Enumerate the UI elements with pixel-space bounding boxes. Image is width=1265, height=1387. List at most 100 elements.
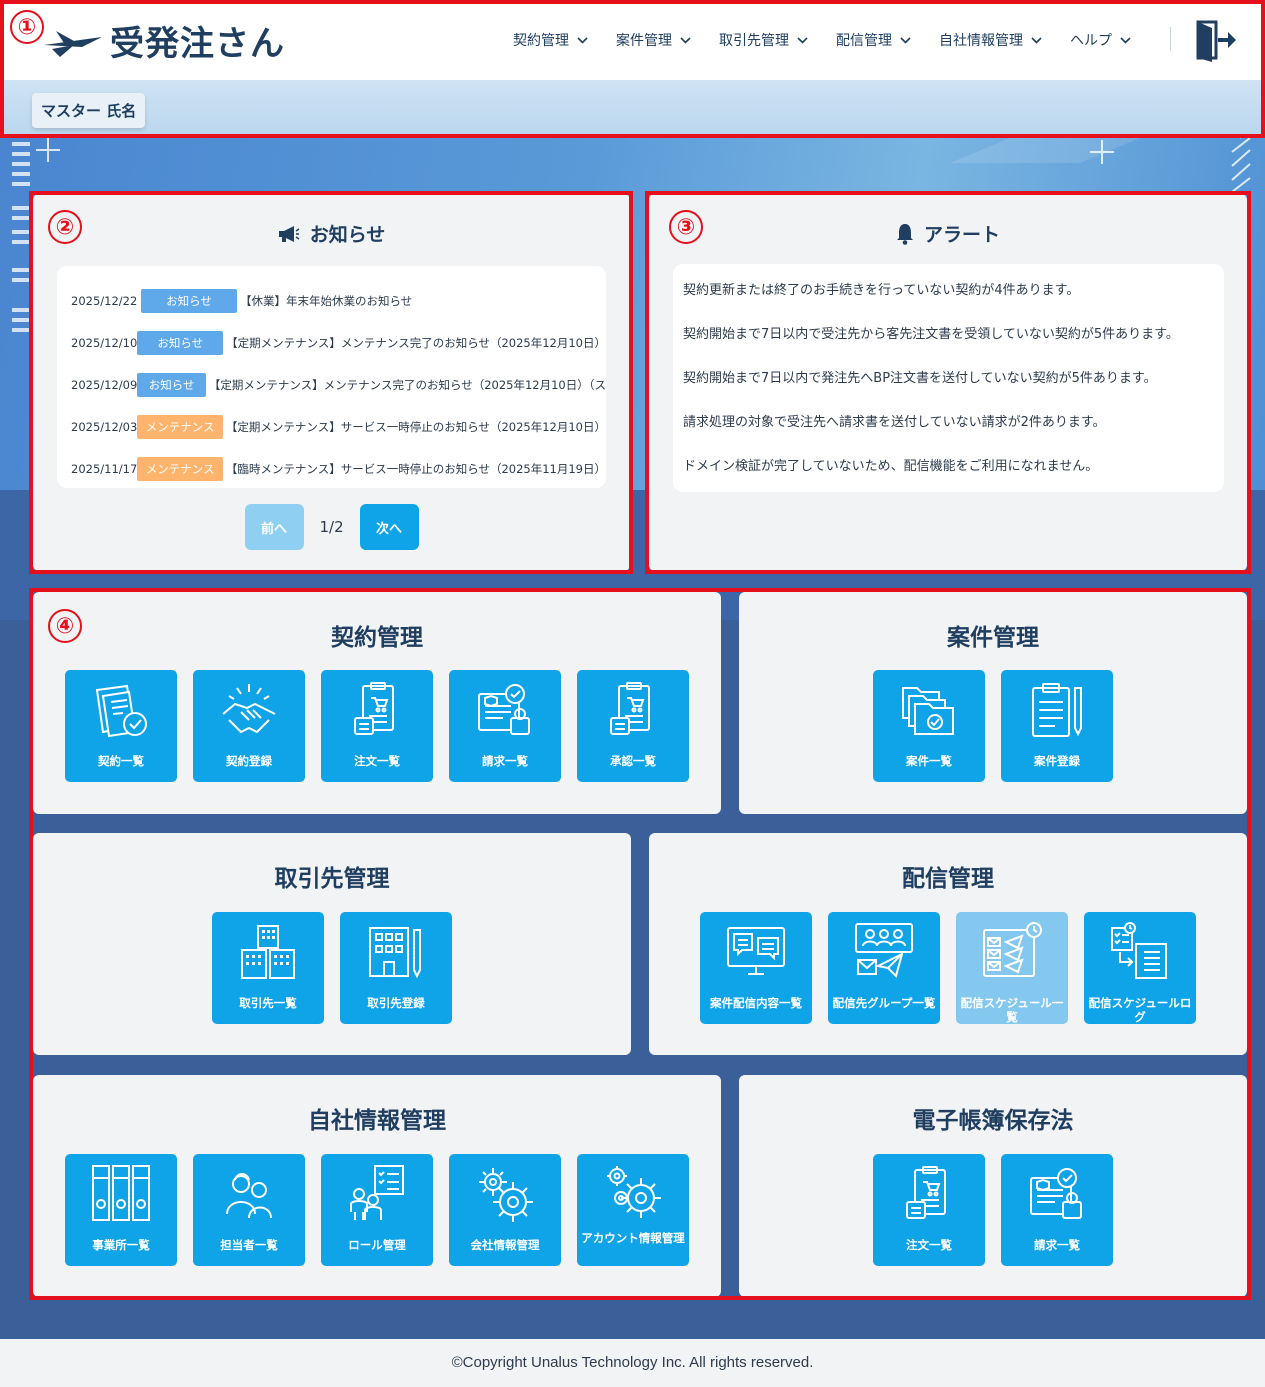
- notice-title[interactable]: 【定期メンテナンス】メンテナンス完了のお知らせ（2025年12月10日）（ス: [209, 377, 606, 393]
- nav-contract[interactable]: 契約管理: [499, 30, 602, 50]
- nav-delivery[interactable]: 配信管理: [822, 30, 925, 50]
- nav-project-label: 案件管理: [616, 33, 672, 49]
- partner-register-tile[interactable]: 取引先登録: [340, 912, 452, 1024]
- notice-row[interactable]: 2025/11/17 メンテナンス 【臨時メンテナンス】サービス一時停止のお知ら…: [71, 448, 606, 488]
- nav-help[interactable]: ヘルプ: [1056, 30, 1145, 50]
- ebook-order-list-tile[interactable]: 注文一覧: [873, 1154, 985, 1266]
- ebook-law-tiles: 注文一覧 請求一覧: [739, 1154, 1247, 1266]
- main-nav: 契約管理 案件管理 取引先管理 配信管理 自社情報管理 ヘルプ: [499, 30, 1145, 50]
- monitor-chat-icon: [727, 927, 785, 975]
- nav-help-label: ヘルプ: [1070, 33, 1112, 49]
- binders-icon: [92, 1165, 150, 1221]
- notice-category-badge: お知らせ: [141, 289, 237, 313]
- nav-company[interactable]: 自社情報管理: [925, 30, 1056, 50]
- ebook-law-section: 電子帳簿保存法 注文一覧 請求一覧: [739, 1075, 1247, 1297]
- handshake-icon: [222, 684, 276, 734]
- nav-delivery-label: 配信管理: [836, 33, 892, 49]
- nav-partner[interactable]: 取引先管理: [705, 30, 822, 50]
- schedule-log-icon: [1111, 922, 1167, 979]
- delivery-schedule-list-tile[interactable]: 配信スケジュール一覧: [956, 912, 1068, 1024]
- tile-label: 注文一覧: [354, 754, 400, 768]
- contract-list-icon: [95, 684, 147, 738]
- chevron-down-icon: [1120, 36, 1131, 44]
- delivery-tiles: 案件配信内容一覧 配信先グループ一覧 配信スケジュール一覧 配信スケジュールログ: [649, 912, 1247, 1024]
- building-pen-icon: [369, 927, 421, 979]
- partner-tiles: 取引先一覧 取引先登録: [33, 912, 631, 1024]
- alert-title-text: アラート: [923, 224, 1000, 246]
- delivery-schedule-log-tile[interactable]: 配信スケジュールログ: [1084, 912, 1196, 1024]
- partner-list-tile[interactable]: 取引先一覧: [212, 912, 324, 1024]
- delivery-section-title: 配信管理: [902, 866, 994, 892]
- order-list-icon: [354, 682, 394, 735]
- user-name-chip[interactable]: マスター 氏名: [32, 93, 146, 128]
- group-mail-icon: [855, 923, 913, 978]
- contract-list-tile[interactable]: 契約一覧: [65, 670, 177, 782]
- alert-item[interactable]: 契約開始まで7日以内で発注先へBP注文書を送付していない契約が5件あります。: [683, 367, 1224, 411]
- company-info-tile[interactable]: 会社情報管理: [449, 1154, 561, 1266]
- account-gears-icon: [607, 1166, 661, 1218]
- tile-label: 会社情報管理: [470, 1238, 540, 1252]
- annotation-marker-3: ③: [669, 210, 703, 244]
- contract-register-tile[interactable]: 契約登録: [193, 670, 305, 782]
- folders-icon: [902, 687, 954, 735]
- delivery-content-list-tile[interactable]: 案件配信内容一覧: [700, 912, 812, 1024]
- alert-item[interactable]: ドメイン検証が完了していないため、配信機能をご利用になれません。: [683, 455, 1224, 499]
- role-management-tile[interactable]: ロール管理: [321, 1154, 433, 1266]
- notice-title[interactable]: 【定期メンテナンス】サービス一時停止のお知らせ（2025年12月10日）: [226, 419, 606, 435]
- tile-label: 請求一覧: [482, 754, 528, 768]
- notice-date: 2025/12/10: [71, 336, 138, 350]
- notice-row[interactable]: 2025/12/10 お知らせ 【定期メンテナンス】メンテナンス完了のお知らせ（…: [71, 322, 606, 364]
- order-list-tile[interactable]: 注文一覧: [321, 670, 433, 782]
- notice-title[interactable]: 【休業】年末年始休業のお知らせ: [240, 293, 412, 309]
- alert-item[interactable]: 請求処理の対象で受注先へ請求書を送付していない請求が2件あります。: [683, 411, 1224, 455]
- notice-panel: お知らせ 2025/12/22 お知らせ 【休業】年末年始休業のお知らせ 202…: [33, 194, 630, 571]
- nav-project[interactable]: 案件管理: [602, 30, 705, 50]
- approval-list-icon: [610, 682, 650, 735]
- tile-label: 取引先登録: [367, 996, 425, 1010]
- logout-icon[interactable]: [1194, 18, 1238, 62]
- contract-section-title: 契約管理: [331, 625, 423, 651]
- annotation-marker-1: ①: [10, 10, 44, 44]
- logo[interactable]: 受発注さん: [42, 16, 285, 65]
- approval-list-tile[interactable]: 承認一覧: [577, 670, 689, 782]
- notice-date: 2025/12/03: [71, 420, 138, 434]
- nav-separator: [1170, 27, 1171, 51]
- project-list-tile[interactable]: 案件一覧: [873, 670, 985, 782]
- project-register-tile[interactable]: 案件登録: [1001, 670, 1113, 782]
- alert-item[interactable]: 契約開始まで7日以内で受注先から客先注文書を受領していない契約が5件あります。: [683, 323, 1224, 367]
- alert-item[interactable]: 契約更新または終了のお手続きを行っていない契約が4件あります。: [683, 279, 1224, 323]
- tile-label: 承認一覧: [610, 754, 656, 768]
- logo-text: 受発注さん: [110, 24, 285, 64]
- maintenance-category-badge: メンテナンス: [137, 457, 223, 481]
- notice-date: 2025/12/09: [71, 378, 138, 392]
- tile-label: 案件配信内容一覧: [710, 996, 802, 1010]
- bell-icon: [896, 223, 913, 245]
- notice-date: 2025/12/22: [71, 294, 138, 308]
- account-info-tile[interactable]: アカウント情報管理: [577, 1154, 689, 1266]
- notice-panel-title: お知らせ: [33, 220, 630, 247]
- gears-icon: [479, 1168, 533, 1222]
- prev-page-button[interactable]: 前へ: [244, 504, 304, 550]
- project-section-title: 案件管理: [947, 625, 1039, 651]
- notice-pager: 前へ 1/2 次へ: [33, 504, 630, 550]
- chevron-down-icon: [680, 36, 691, 44]
- notice-title[interactable]: 【臨時メンテナンス】サービス一時停止のお知らせ（2025年11月19日）: [226, 461, 606, 477]
- next-page-button[interactable]: 次へ: [359, 504, 419, 550]
- footer-copyright: ©Copyright Unalus Technology Inc. All ri…: [0, 1339, 1265, 1387]
- airplane-logo-icon: [44, 30, 102, 57]
- tile-label: 配信スケジュール一覧: [960, 996, 1064, 1024]
- tile-label: 契約登録: [226, 754, 272, 768]
- role-checklist-icon: [350, 1165, 404, 1220]
- notice-row[interactable]: 2025/12/22 お知らせ 【休業】年末年始休業のお知らせ: [71, 280, 606, 322]
- notice-row[interactable]: 2025/12/03 メンテナンス 【定期メンテナンス】サービス一時停止のお知ら…: [71, 406, 606, 448]
- annotation-marker-2: ②: [48, 210, 82, 244]
- staff-list-tile[interactable]: 担当者一覧: [193, 1154, 305, 1266]
- invoice-list-tile[interactable]: 請求一覧: [449, 670, 561, 782]
- office-list-tile[interactable]: 事業所一覧: [65, 1154, 177, 1266]
- ebook-invoice-list-tile[interactable]: 請求一覧: [1001, 1154, 1113, 1266]
- page-indicator: 1/2: [319, 518, 344, 536]
- notice-title[interactable]: 【定期メンテナンス】メンテナンス完了のお知らせ（2025年12月10日）: [226, 335, 606, 351]
- delivery-group-list-tile[interactable]: 配信先グループ一覧: [828, 912, 940, 1024]
- contract-tiles: 契約一覧 契約登録 注文一覧 請求一覧 承認一覧: [33, 670, 721, 782]
- notice-row[interactable]: 2025/12/09 お知らせ 【定期メンテナンス】メンテナンス完了のお知らせ（…: [71, 364, 606, 406]
